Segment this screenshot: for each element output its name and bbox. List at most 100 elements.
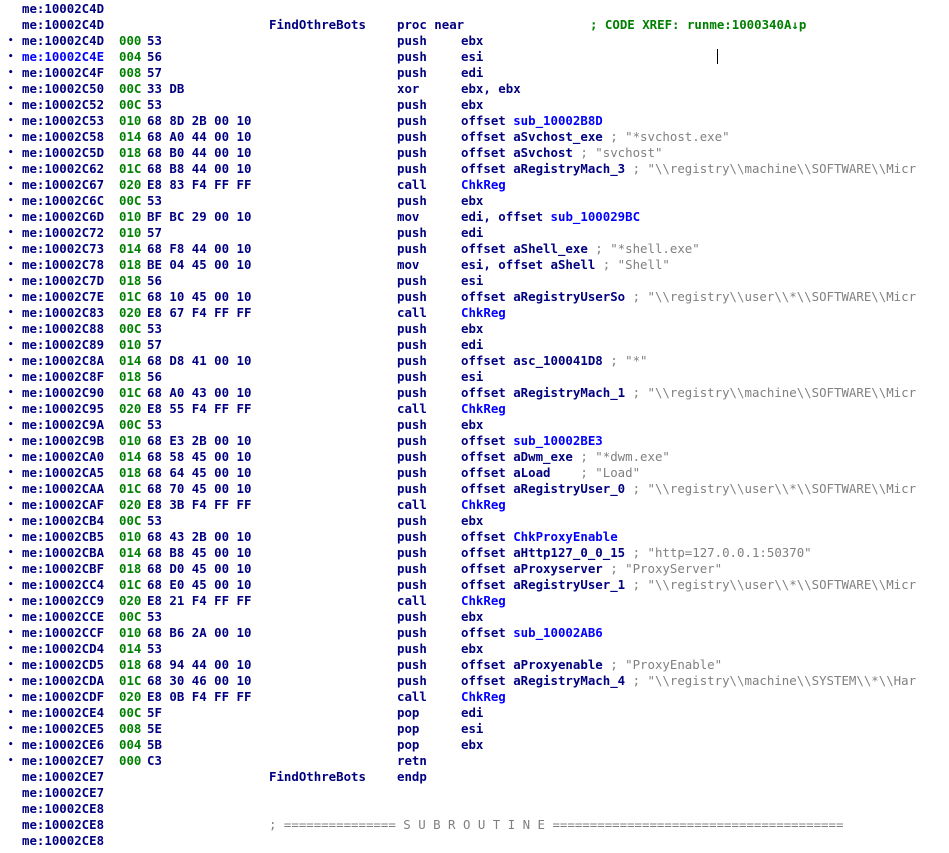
disasm-line[interactable]: me:10002CE7 <box>0 785 949 801</box>
disasm-line[interactable]: • me:10002CC4 01C 68 E0 45 00 10 push offset … <box>0 577 949 593</box>
disasm-line[interactable]: • me:10002C7D 018 56 push esi <box>0 273 949 289</box>
disasm-line[interactable]: • me:10002CE6 004 5B pop ebx <box>0 737 949 753</box>
line-address[interactable]: me:10002C58 <box>22 129 104 145</box>
disasm-line[interactable]: • me:10002CD4 014 53 push ebx <box>0 641 949 657</box>
operand-symbol-link[interactable]: sub_100029BC <box>551 209 641 224</box>
disasm-line[interactable]: • me:10002C8F 018 56 push esi <box>0 369 949 385</box>
disasm-line[interactable]: • me:10002C4D 000 53 push ebx <box>0 33 949 49</box>
disasm-line[interactable]: • me:10002CE5 008 5E pop esi <box>0 721 949 737</box>
disasm-line[interactable]: • me:10002C6D 010 BF BC 29 00 10 mov edi, off… <box>0 209 949 225</box>
disasm-line[interactable]: • me:10002C58 014 68 A0 44 00 10 push offset … <box>0 129 949 145</box>
line-address[interactable]: me:10002C7E <box>22 289 104 305</box>
line-address[interactable]: me:10002C4D <box>22 17 104 33</box>
code-xref-comment[interactable]: ; CODE XREF: runme:1000340A↓p <box>590 17 806 33</box>
operand-symbol-link[interactable]: ChkReg <box>461 401 506 416</box>
line-address[interactable]: me:10002CB5 <box>22 529 104 545</box>
line-address[interactable]: me:10002CE8 <box>22 833 104 849</box>
line-address[interactable]: me:10002CAF <box>22 497 104 513</box>
operand-symbol-link[interactable]: ChkReg <box>461 689 506 704</box>
disasm-line[interactable]: me:10002CE8 ; =============== S U B R O U… <box>0 817 949 833</box>
disasm-line[interactable]: • me:10002CCE 00C 53 push ebx <box>0 609 949 625</box>
disasm-line[interactable]: • me:10002C95 020 E8 55 F4 FF FF call ChkReg <box>0 401 949 417</box>
disasm-line[interactable]: • me:10002C7E 01C 68 10 45 00 10 push offset … <box>0 289 949 305</box>
line-address[interactable]: me:10002CC4 <box>22 577 104 593</box>
line-address[interactable]: me:10002C89 <box>22 337 104 353</box>
line-address[interactable]: me:10002CAA <box>22 481 104 497</box>
line-address[interactable]: me:10002C8F <box>22 369 104 385</box>
line-address[interactable]: me:10002C4D <box>22 1 104 17</box>
operand-symbol-link[interactable]: sub_10002BE3 <box>513 433 603 448</box>
disasm-line[interactable]: me:10002C4D FindOthreBots proc near ; CODE … <box>0 17 949 33</box>
operand-symbol-link[interactable]: sub_10002B8D <box>513 113 603 128</box>
line-address[interactable]: me:10002C88 <box>22 321 104 337</box>
line-address[interactable]: me:10002C53 <box>22 113 104 129</box>
line-address[interactable]: me:10002C9A <box>22 417 104 433</box>
disasm-line[interactable]: • me:10002CDA 01C 68 30 46 00 10 push offset … <box>0 673 949 689</box>
disasm-line[interactable]: • me:10002CE7 000 C3 retn <box>0 753 949 769</box>
disasm-line[interactable]: • me:10002C8A 014 68 D8 41 00 10 push offset … <box>0 353 949 369</box>
disasm-line[interactable]: me:10002C4D <box>0 1 949 17</box>
line-address[interactable]: me:10002C78 <box>22 257 104 273</box>
disasm-line[interactable]: • me:10002C4E 004 56 push esi <box>0 49 949 65</box>
disasm-line[interactable]: me:10002CE7 FindOthreBots endp <box>0 769 949 785</box>
line-address[interactable]: me:10002CD5 <box>22 657 104 673</box>
line-address[interactable]: me:10002CD4 <box>22 641 104 657</box>
disasm-line[interactable]: • me:10002CDF 020 E8 0B F4 FF FF call ChkReg <box>0 689 949 705</box>
disasm-line[interactable]: • me:10002CAF 020 E8 3B F4 FF FF call ChkReg <box>0 497 949 513</box>
line-address[interactable]: me:10002CE7 <box>22 785 104 801</box>
line-address[interactable]: me:10002CCE <box>22 609 104 625</box>
operand-symbol-link[interactable]: ChkReg <box>461 593 506 608</box>
disasm-line[interactable]: • me:10002CA5 018 68 64 45 00 10 push offset … <box>0 465 949 481</box>
operand-symbol-link[interactable]: ChkReg <box>461 305 506 320</box>
line-address[interactable]: me:10002CCF <box>22 625 104 641</box>
operand-symbol-link[interactable]: ChkReg <box>461 177 506 192</box>
disasm-line[interactable]: • me:10002CB5 010 68 43 2B 00 10 push offset … <box>0 529 949 545</box>
disasm-line[interactable]: • me:10002C5D 018 68 B0 44 00 10 push offset … <box>0 145 949 161</box>
disasm-line[interactable]: • me:10002C83 020 E8 67 F4 FF FF call ChkReg <box>0 305 949 321</box>
line-address[interactable]: me:10002CE7 <box>22 769 104 785</box>
disasm-line[interactable]: • me:10002CC9 020 E8 21 F4 FF FF call ChkReg <box>0 593 949 609</box>
disasm-line[interactable]: • me:10002CBF 018 68 D0 45 00 10 push offset … <box>0 561 949 577</box>
disasm-line[interactable]: • me:10002CA0 014 68 58 45 00 10 push offset … <box>0 449 949 465</box>
line-address[interactable]: me:10002CDF <box>22 689 104 705</box>
line-address[interactable]: me:10002CE4 <box>22 705 104 721</box>
disassembly-view[interactable]: me:10002C4D me:10002C4D FindOthreBots proc … <box>0 0 949 853</box>
line-address[interactable]: me:10002C4E <box>22 49 104 65</box>
line-address[interactable]: me:10002C72 <box>22 225 104 241</box>
operand-symbol-link[interactable]: ChkReg <box>461 497 506 512</box>
disasm-line[interactable]: • me:10002C73 014 68 F8 44 00 10 push offset … <box>0 241 949 257</box>
disasm-line[interactable]: • me:10002C6C 00C 53 push ebx <box>0 193 949 209</box>
line-address[interactable]: me:10002C52 <box>22 97 104 113</box>
disasm-line[interactable]: • me:10002CD5 018 68 94 44 00 10 push offset … <box>0 657 949 673</box>
line-address[interactable]: me:10002C83 <box>22 305 104 321</box>
disasm-line[interactable]: • me:10002CCF 010 68 B6 2A 00 10 push offset … <box>0 625 949 641</box>
line-address[interactable]: me:10002CBA <box>22 545 104 561</box>
line-address[interactable]: me:10002C6C <box>22 193 104 209</box>
line-address[interactable]: me:10002CDA <box>22 673 104 689</box>
line-address[interactable]: me:10002C50 <box>22 81 104 97</box>
operand-symbol-link[interactable]: sub_10002AB6 <box>513 625 603 640</box>
disasm-line[interactable]: • me:10002CBA 014 68 B8 45 00 10 push offset … <box>0 545 949 561</box>
disasm-line[interactable]: • me:10002C53 010 68 8D 2B 00 10 push offset … <box>0 113 949 129</box>
line-address[interactable]: me:10002C73 <box>22 241 104 257</box>
function-label[interactable]: FindOthreBots <box>269 17 366 33</box>
line-address[interactable]: me:10002C5D <box>22 145 104 161</box>
disasm-line[interactable]: • me:10002C4F 008 57 push edi <box>0 65 949 81</box>
line-address[interactable]: me:10002CB4 <box>22 513 104 529</box>
disasm-line[interactable]: • me:10002C62 01C 68 B8 44 00 10 push offset … <box>0 161 949 177</box>
disasm-line[interactable]: • me:10002C9A 00C 53 push ebx <box>0 417 949 433</box>
line-address[interactable]: me:10002CE8 <box>22 801 104 817</box>
line-address[interactable]: me:10002CE8 <box>22 817 104 833</box>
line-address[interactable]: me:10002C6D <box>22 209 104 225</box>
operand-symbol-link[interactable]: ChkProxyEnable <box>513 529 617 544</box>
line-address[interactable]: me:10002CBF <box>22 561 104 577</box>
function-label[interactable]: FindOthreBots <box>269 769 366 785</box>
line-address[interactable]: me:10002C95 <box>22 401 104 417</box>
disasm-line[interactable]: • me:10002C50 00C 33 DB xor ebx, ebx <box>0 81 949 97</box>
disasm-line[interactable]: • me:10002C72 010 57 push edi <box>0 225 949 241</box>
line-address[interactable]: me:10002CE7 <box>22 753 104 769</box>
disasm-line[interactable]: • me:10002C88 00C 53 push ebx <box>0 321 949 337</box>
line-address[interactable]: me:10002C4F <box>22 65 104 81</box>
line-address[interactable]: me:10002CA0 <box>22 449 104 465</box>
disasm-line[interactable]: • me:10002C67 020 E8 83 F4 FF FF call ChkReg <box>0 177 949 193</box>
